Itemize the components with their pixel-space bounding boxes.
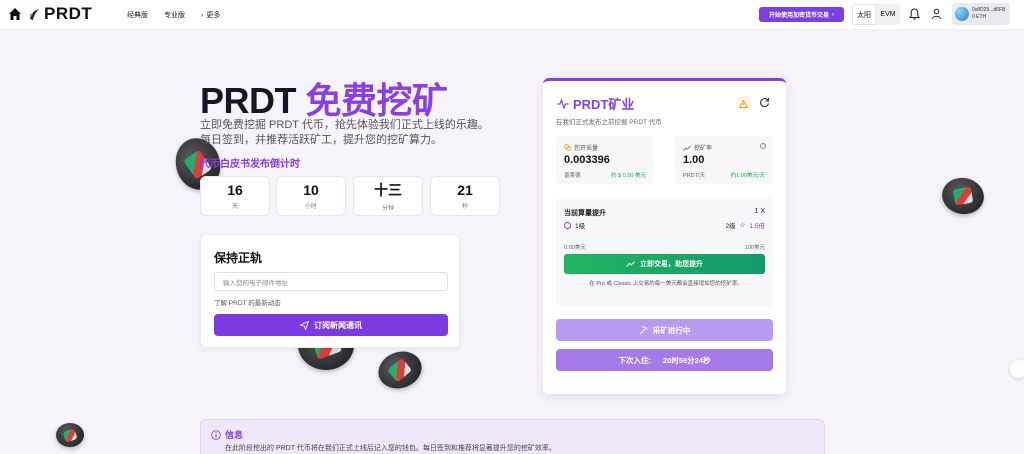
next-level-multiplier: 1.5倍 <box>749 223 765 230</box>
wallet-address: 0x8D25...d6FB <box>972 7 1006 13</box>
trade-now-label: 立即交易，助您提升 <box>640 261 703 268</box>
info-banner: 信息 在此阶段挖出的 PRDT 代币将在我们正式上线后记入您的钱包。每日签到和推… <box>200 419 825 454</box>
mining-rate-box: 挖矿率 1.00 PRDT/天 约1.00美元/天 <box>675 136 773 184</box>
info-title-text: 信息 <box>225 430 244 440</box>
countdown-value: 16 <box>227 182 243 198</box>
wallet-button[interactable]: 0x8D25...d6FB 0 ETH <box>952 3 1010 25</box>
start-trading-button[interactable]: 开始使用加密货币交易 › <box>759 7 844 22</box>
countdown-seconds: 21 秒 <box>430 176 500 216</box>
cta-label: 开始使用加密货币交易 <box>768 13 829 19</box>
mining-title: PRDT矿业 <box>557 94 634 113</box>
top-header: PRDT 经典版 专业版 › 更多 开始使用加密货币交易 › 太阳 EVM 0x… <box>0 0 1024 30</box>
title-main: PRDT <box>200 80 297 121</box>
mining-in-progress-button[interactable]: 采矿进行中 <box>556 319 773 341</box>
total-mined-box: 您开采量 0.003396 普莱德 约 $ 0.00 美元 <box>556 136 654 184</box>
trade-note: 在 Pro 或 Classic 上交易的每一美元都会直接增加您的挖矿率。 <box>589 281 743 287</box>
info-icon[interactable] <box>760 143 766 149</box>
mining-subtitle: 在我们正式发布之前挖掘 PRDT 代币 <box>556 119 662 126</box>
next-checkin-button[interactable]: 下次入住: 20时56分24秒 <box>556 349 773 371</box>
logo-text[interactable]: PRDT <box>44 4 92 24</box>
nav-classic[interactable]: 经典版 <box>127 10 148 20</box>
mining-in-progress-label: 采矿进行中 <box>652 325 691 335</box>
next-checkin-time: 20时56分24秒 <box>662 355 711 365</box>
countdown-days: 16 天 <box>200 176 270 216</box>
boost-box: 当前算量提升 1 X 1级 2级 ☆ 1.5倍 0.00美元 100美元 立即交… <box>556 198 773 306</box>
total-mined-label-text: 您开采量 <box>574 146 599 152</box>
hero-description-1: 立即免费挖掘 PRDT 代币，抢先体验我们正式上线的乐趣。 <box>200 119 489 131</box>
user-icon[interactable] <box>931 8 942 20</box>
wallet-balance: 0 ETH <box>972 14 987 20</box>
coin-decoration <box>939 174 987 218</box>
trending-up-icon <box>626 261 635 267</box>
total-mined-unit: 普莱德 <box>564 173 581 179</box>
level-circle-icon <box>564 221 571 229</box>
refresh-icon[interactable] <box>759 97 770 108</box>
countdown-unit: 分钟 <box>381 206 394 212</box>
mining-rate-usd: 约1.00美元/天 <box>730 173 765 179</box>
warning-icon[interactable] <box>736 96 751 111</box>
hero-description-2: 每日签到，并推荐活跃矿工，提升您的挖矿算力。 <box>200 134 442 146</box>
coin-decoration <box>56 423 84 447</box>
mining-title-text: PRDT矿业 <box>573 97 635 112</box>
trade-now-button[interactable]: 立即交易，助您提升 <box>564 254 765 274</box>
chain-option-evm[interactable]: EVM <box>876 4 900 25</box>
floating-action-button[interactable] <box>1010 360 1024 378</box>
mining-rate-value: 1.00 <box>683 154 705 166</box>
pickaxe-icon <box>639 325 648 334</box>
email-input[interactable]: 输入您的电子邮件地址 <box>214 272 448 291</box>
info-text: 在此阶段挖出的 PRDT 代币将在我们正式上线后记入您的钱包。每日签到和推荐将显… <box>225 445 556 452</box>
send-icon <box>300 320 309 330</box>
home-icon[interactable] <box>8 7 22 21</box>
coins-icon <box>564 144 571 151</box>
chain-option-tron[interactable]: 太阳 <box>852 4 876 25</box>
range-min: 0.00美元 <box>564 245 586 251</box>
countdown-unit: 天 <box>231 204 238 210</box>
nav-more[interactable]: › 更多 <box>201 10 220 20</box>
coin-decoration <box>373 345 427 395</box>
total-mined-value: 0.003396 <box>564 154 610 166</box>
boost-label: 当前算量提升 <box>564 210 606 217</box>
countdown-unit: 小时 <box>304 204 317 210</box>
current-level: 1级 <box>564 220 585 230</box>
subscribe-label: 订阅新闻通讯 <box>314 320 362 330</box>
nav-more-label: 更多 <box>206 12 221 19</box>
range-max: 100美元 <box>744 245 765 251</box>
chain-toggle: 太阳 EVM <box>852 4 900 25</box>
total-mined-label: 您开采量 <box>564 143 598 152</box>
countdown-hours: 10 小时 <box>276 176 346 216</box>
logo-mark-icon <box>29 9 39 20</box>
countdown-value: 21 <box>457 182 473 198</box>
title-accent: 免费挖矿 <box>305 80 449 121</box>
next-checkin-label: 下次入住: <box>618 355 651 365</box>
chevron-right-icon: › <box>201 11 204 19</box>
countdown-unit: 秒 <box>461 204 468 210</box>
activity-icon <box>557 98 569 109</box>
countdown-value: 十三 <box>374 182 402 198</box>
info-title: 信息 <box>211 428 243 441</box>
chevron-right-icon: › <box>832 11 834 18</box>
newsletter-card: 保持正轨 输入您的电子邮件地址 了解 PRDT 的最新动态 订阅新闻通讯 <box>200 234 460 348</box>
countdown-value: 10 <box>303 182 319 198</box>
mining-card: PRDT矿业 在我们正式发布之前挖掘 PRDT 代币 您开采量 0.003396… <box>543 78 786 394</box>
mining-rate-label-text: 挖矿率 <box>694 146 713 152</box>
countdown-minutes: 十三 分钟 <box>353 176 423 216</box>
star-icon: ☆ <box>739 222 746 229</box>
boost-multiplier: 1 X <box>754 208 765 215</box>
subscribe-button[interactable]: 订阅新闻通讯 <box>214 314 448 336</box>
next-level: 2级 ☆ 1.5倍 <box>726 220 766 230</box>
countdown-title: 代币白皮书发布倒计时 <box>200 159 300 170</box>
info-icon <box>211 429 221 440</box>
trending-up-icon <box>683 145 691 151</box>
bell-icon[interactable] <box>909 8 920 20</box>
total-mined-usd: 约 $ 0.00 美元 <box>611 173 646 179</box>
mining-rate-unit: PRDT/天 <box>683 173 706 179</box>
mining-rate-label: 挖矿率 <box>683 143 712 152</box>
nav-pro[interactable]: 专业版 <box>164 10 185 20</box>
newsletter-hint: 了解 PRDT 的最新动态 <box>214 300 281 307</box>
current-level-text: 1级 <box>575 223 586 230</box>
newsletter-title: 保持正轨 <box>214 251 263 265</box>
next-level-text: 2级 <box>725 223 736 230</box>
wallet-avatar <box>955 7 969 21</box>
